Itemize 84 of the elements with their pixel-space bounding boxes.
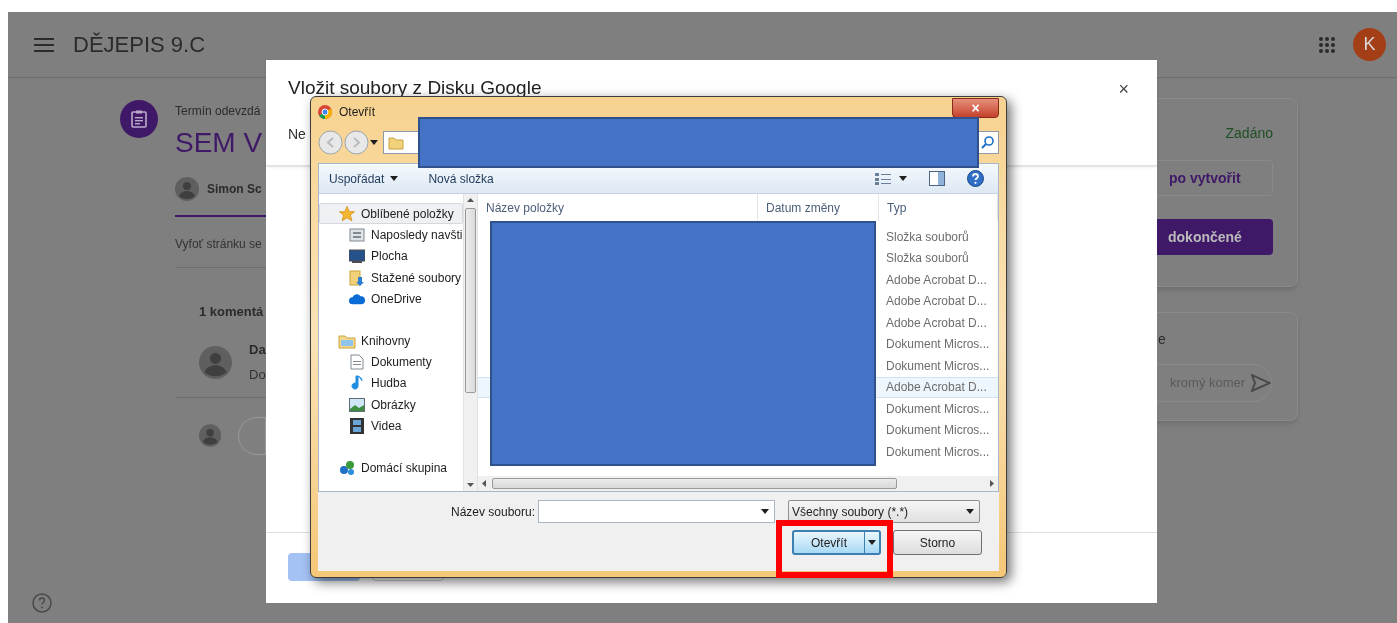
- nav-group-item[interactable]: Domácí skupina: [319, 457, 463, 478]
- status-label: Zadáno: [1225, 124, 1273, 143]
- comment-author: Da: [249, 340, 266, 359]
- assignment-title: SEM V: [175, 126, 264, 160]
- close-button[interactable]: ×: [1118, 80, 1129, 98]
- comment-text: Do: [249, 366, 266, 384]
- caret-icon: [966, 509, 975, 514]
- file-type-cell-text: Adobe Acrobat D...: [885, 314, 987, 332]
- caret-icon: [868, 540, 876, 545]
- caret-icon: [761, 509, 770, 514]
- desktop-icon: [349, 248, 365, 265]
- scroll-right-icon[interactable]: [990, 480, 994, 487]
- file-type-cell-text: Adobe Acrobat D...: [885, 293, 987, 311]
- horizontal-scrollbar[interactable]: [478, 476, 998, 491]
- account-avatar[interactable]: K: [1353, 28, 1386, 61]
- picture-icon: [349, 397, 365, 412]
- nav-item[interactable]: Naposledy navšti: [319, 224, 463, 246]
- file-type-dropdown[interactable]: Všechny soubory (*.*): [788, 500, 981, 523]
- open-options-button[interactable]: [864, 532, 879, 553]
- avatar-icon: [175, 177, 199, 201]
- nav-group-item[interactable]: Knihovny: [319, 330, 463, 351]
- star-icon: [338, 204, 356, 223]
- author-name: Simon Sc: [207, 181, 262, 198]
- new-folder-button[interactable]: Nová složka: [428, 169, 494, 188]
- dialog-title: Vložit soubory z Disku Google: [288, 77, 542, 99]
- view-options-icon[interactable]: [875, 172, 891, 185]
- nav-group-label: Knihovny: [361, 332, 411, 350]
- music-note-icon: [350, 375, 364, 392]
- scroll-down-icon[interactable]: [467, 483, 474, 487]
- file-type-cell-text: Dokument Micros...: [885, 336, 990, 354]
- nav-group-label: Oblíbené položky: [361, 205, 454, 223]
- history-caret-icon: [370, 140, 378, 145]
- search-icon: [980, 136, 994, 149]
- assignment-description: Vyfoť stránku se: [175, 236, 263, 253]
- scroll-up-icon[interactable]: [467, 198, 474, 202]
- file-type-cell-text: Složka souborů: [885, 228, 969, 246]
- menu-icon[interactable]: [34, 37, 54, 52]
- file-type-cell-text: Dokument Micros...: [885, 422, 990, 440]
- nav-item[interactable]: Plocha: [319, 245, 463, 267]
- comments-heading: 1 komentá: [199, 303, 265, 321]
- help-icon[interactable]: [967, 170, 984, 187]
- recent-places-icon: [349, 226, 365, 243]
- organize-menu-button[interactable]: Uspořádat: [329, 169, 399, 188]
- file-type-cell-text: Dokument Micros...: [885, 400, 990, 418]
- nav-item[interactable]: Stažené soubory: [319, 267, 463, 289]
- file-type-cell-text: Dokument Micros...: [885, 357, 990, 375]
- avatar-icon: [199, 345, 232, 379]
- file-type-cell-text: Adobe Acrobat D...: [885, 271, 987, 289]
- film-icon: [350, 418, 364, 435]
- folder-icon: [338, 332, 356, 349]
- cloud-icon: [349, 293, 365, 306]
- due-date-label: Termín odevzdá: [175, 103, 262, 120]
- download-folder-icon: [349, 269, 365, 286]
- dialog-title: Otevřít: [339, 103, 375, 121]
- nav-group-item[interactable]: Oblíbené položky: [319, 203, 463, 224]
- view-caret-icon: [899, 176, 907, 181]
- homegroup-icon: [338, 459, 356, 476]
- send-icon[interactable]: [1251, 374, 1271, 392]
- column-header[interactable]: Typ: [879, 194, 998, 221]
- folder-icon: [388, 135, 404, 150]
- forward-icon[interactable]: [344, 130, 369, 155]
- nav-item[interactable]: Dokumenty: [319, 351, 463, 373]
- assignment-icon: [120, 100, 158, 138]
- nav-group-label: Domácí skupina: [361, 459, 448, 477]
- preview-pane-icon[interactable]: [929, 171, 945, 186]
- vertical-scrollbar[interactable]: [463, 194, 478, 491]
- nav-item[interactable]: Obrázky: [319, 394, 463, 416]
- back-icon[interactable]: [318, 130, 343, 155]
- class-title: DĚJEPIS 9.C: [73, 31, 206, 59]
- filename-label: Název souboru:: [451, 503, 536, 521]
- scroll-left-icon[interactable]: [482, 480, 486, 487]
- cancel-button[interactable]: Storno: [893, 530, 982, 555]
- nav-item[interactable]: OneDrive: [319, 288, 463, 310]
- private-comments-heading: e: [1158, 330, 1167, 349]
- document-icon: [350, 353, 364, 370]
- caret-icon: [390, 176, 399, 181]
- file-type-cell-text: Dokument Micros...: [885, 443, 990, 461]
- nav-item[interactable]: Videa: [319, 415, 463, 437]
- apps-grid-icon[interactable]: [1318, 35, 1336, 54]
- file-type-cell-text: Složka souborů: [885, 250, 969, 268]
- nav-item[interactable]: Hudba: [319, 372, 463, 394]
- filename-field[interactable]: [538, 500, 776, 523]
- browser-logo-icon: [318, 104, 332, 119]
- file-type-cell-text: Adobe Acrobat D...: [885, 379, 987, 397]
